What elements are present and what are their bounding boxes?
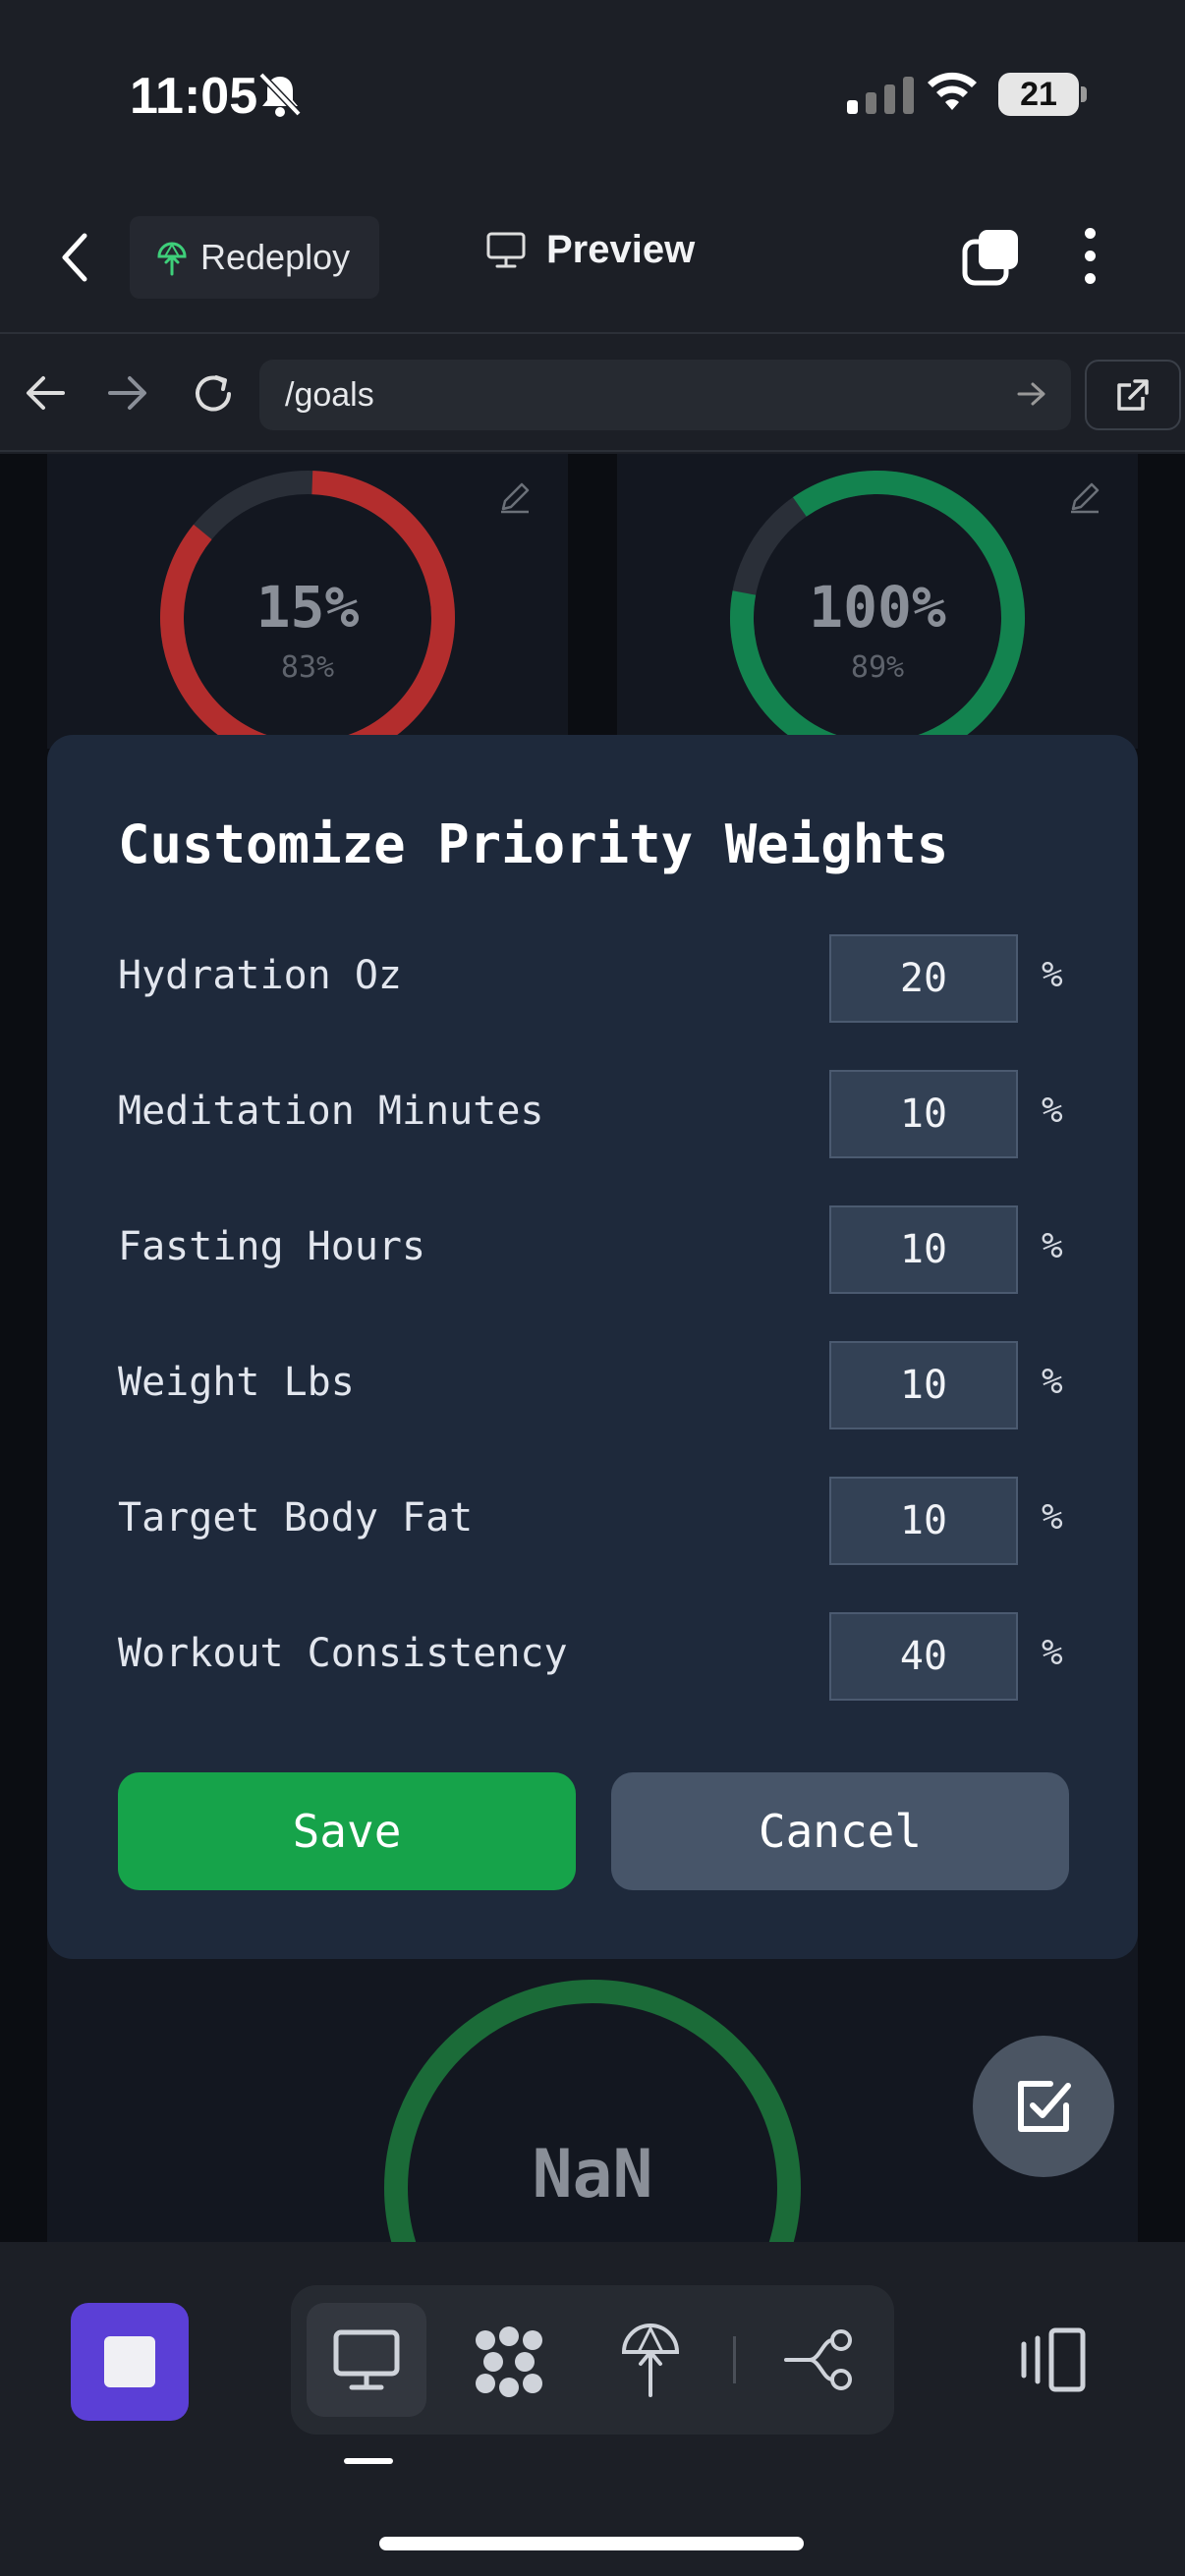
bell-muted-icon <box>257 71 303 123</box>
preview-monitor-icon[interactable] <box>332 2328 401 2391</box>
divider <box>0 332 1185 334</box>
edit-pencil-icon[interactable] <box>497 479 533 515</box>
browser-forward-icon[interactable] <box>106 373 149 418</box>
battery-level: 21 <box>998 73 1079 116</box>
weight-label-hydration: Hydration Oz <box>118 953 402 998</box>
cancel-button[interactable]: Cancel <box>611 1772 1069 1890</box>
edit-pencil-icon[interactable] <box>1067 479 1102 515</box>
monitor-icon <box>486 232 526 267</box>
home-indicator[interactable] <box>379 2537 804 2550</box>
more-options-icon[interactable] <box>1085 228 1096 284</box>
split-view-icon[interactable] <box>1018 2324 1089 2395</box>
percent-unit: % <box>1042 1091 1063 1131</box>
reload-icon[interactable] <box>191 371 236 421</box>
gauge-subvalue: 83% <box>280 650 335 685</box>
redeploy-button[interactable]: Redeploy <box>130 216 379 299</box>
toolbar-divider <box>733 2336 736 2383</box>
url-input[interactable]: /goals <box>259 360 1071 430</box>
save-button[interactable]: Save <box>118 1772 576 1890</box>
stop-icon <box>104 2336 155 2387</box>
workspace-cluster-icon[interactable] <box>472 2324 546 2399</box>
weight-input-workout[interactable]: 40 <box>829 1612 1018 1701</box>
weight-input-hydration[interactable]: 20 <box>829 934 1018 1023</box>
goal-card[interactable]: 15% 83% <box>47 454 568 765</box>
percent-unit: % <box>1042 1633 1063 1673</box>
weight-label-meditation: Meditation Minutes <box>118 1089 544 1134</box>
goal-card[interactable]: 100% 89% <box>617 454 1138 765</box>
percent-unit: % <box>1042 1497 1063 1538</box>
weight-input-body-fat[interactable]: 10 <box>829 1477 1018 1565</box>
git-branch-icon[interactable] <box>784 2328 855 2391</box>
redeploy-label: Redeploy <box>200 237 351 277</box>
checkbox-fab-button[interactable] <box>973 2036 1114 2177</box>
preview-label: Preview <box>546 228 696 271</box>
url-go-arrow-icon[interactable] <box>1016 379 1047 414</box>
weight-input-weight[interactable]: 10 <box>829 1341 1018 1429</box>
weight-label-weight: Weight Lbs <box>118 1360 355 1405</box>
browser-back-icon[interactable] <box>24 373 67 418</box>
weight-label-body-fat: Target Body Fat <box>118 1495 474 1540</box>
cell-signal-icon <box>847 77 914 114</box>
external-link-icon <box>1117 379 1149 411</box>
percent-unit: % <box>1042 1362 1063 1402</box>
checkbox-edit-icon <box>1018 2081 1071 2132</box>
back-chevron-icon[interactable] <box>59 232 90 288</box>
percent-unit: % <box>1042 1226 1063 1266</box>
gauge-value: 100% <box>809 574 946 641</box>
weight-input-meditation[interactable]: 10 <box>829 1070 1018 1158</box>
gauge-value: 15% <box>255 574 360 641</box>
windows-icon[interactable] <box>961 228 1020 292</box>
percent-unit: % <box>1042 955 1063 995</box>
open-external-button[interactable] <box>1085 360 1181 430</box>
gauge-value: NaN <box>532 2136 653 2213</box>
redeploy-icon <box>157 242 187 276</box>
dialog-title: Customize Priority Weights <box>118 813 949 875</box>
divider <box>0 450 1185 452</box>
priority-weights-dialog: Customize Priority Weights Hydration Oz … <box>47 735 1138 1959</box>
battery-tip <box>1081 86 1087 102</box>
weight-label-workout: Workout Consistency <box>118 1631 568 1676</box>
status-time: 11:05 <box>130 68 258 125</box>
stop-button[interactable] <box>71 2303 189 2421</box>
gauge-subvalue: 89% <box>850 650 905 685</box>
wifi-icon <box>926 71 979 117</box>
deploy-icon[interactable] <box>619 2323 682 2399</box>
active-tab-indicator <box>344 2458 393 2464</box>
weight-label-fasting: Fasting Hours <box>118 1224 426 1269</box>
preview-title: Preview <box>485 228 695 272</box>
weight-input-fasting[interactable]: 10 <box>829 1205 1018 1294</box>
